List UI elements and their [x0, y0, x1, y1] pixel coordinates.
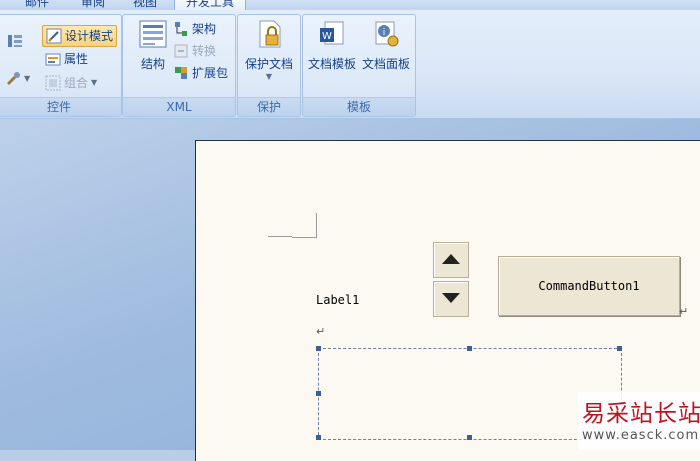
- resize-handle[interactable]: [467, 435, 472, 440]
- chevron-down-icon: ▼: [91, 78, 98, 87]
- structure-label: 结构: [140, 57, 165, 71]
- tools-icon: [5, 71, 21, 87]
- command-button-control[interactable]: CommandButton1: [498, 256, 680, 316]
- controls-group-label: 控件: [0, 97, 121, 116]
- watermark-site-name: 易采站长站: [582, 401, 700, 427]
- expansion-pack-icon: [173, 65, 189, 81]
- expansion-pack-button[interactable]: 扩展包: [173, 63, 228, 83]
- protect-document-button[interactable]: 保护文档 ▼: [241, 19, 297, 81]
- protect-document-label: 保护文档: [244, 57, 293, 71]
- watermark-url: www.easck.com: [582, 428, 700, 443]
- ribbon: ▼ 设计模式 属性 组合 ▼ 控件 结构 架构 转换 扩展包 XML 保护文档 …: [0, 10, 700, 119]
- group-icon: [45, 75, 61, 91]
- xml-group-label: XML: [123, 97, 235, 116]
- templates-group: W 文档模板 i 文档面板 模板: [302, 14, 416, 117]
- tab-developer[interactable]: 开发工具: [174, 0, 246, 10]
- schema-icon: [173, 21, 189, 37]
- spin-up-button[interactable]: [433, 242, 469, 278]
- lock-document-icon: [241, 19, 297, 52]
- design-mode-icon: [46, 28, 62, 44]
- paragraph-mark-icon: ↵: [316, 325, 326, 338]
- design-mode-label: 设计模式: [65, 29, 114, 43]
- word-template-icon: W: [304, 19, 360, 52]
- expansion-pack-label: 扩展包: [192, 66, 229, 80]
- resize-handle[interactable]: [316, 435, 321, 440]
- design-mode-button[interactable]: 设计模式: [42, 25, 118, 47]
- label-control[interactable]: Label1: [316, 293, 359, 307]
- svg-text:i: i: [383, 28, 386, 38]
- document-panel-button[interactable]: i 文档面板: [358, 19, 414, 72]
- document-panel-icon: i: [358, 19, 414, 52]
- schema-label: 架构: [192, 22, 217, 36]
- text-box-control[interactable]: [316, 346, 622, 440]
- watermark: 易采站长站 www.easck.com: [578, 392, 700, 450]
- legacy-tools-icon[interactable]: [7, 33, 23, 49]
- protect-group-label: 保护: [238, 97, 300, 116]
- properties-button[interactable]: 属性: [45, 49, 88, 69]
- resize-handle[interactable]: [467, 346, 472, 351]
- transform-icon: [173, 43, 189, 59]
- spin-down-button[interactable]: [433, 281, 469, 317]
- tab-mailings[interactable]: 邮件: [22, 0, 52, 10]
- properties-label: 属性: [64, 52, 89, 66]
- xml-group: 结构 架构 转换 扩展包 XML: [122, 14, 236, 117]
- templates-group-label: 模板: [303, 97, 415, 116]
- transform-label: 转换: [192, 44, 217, 58]
- svg-text:W: W: [322, 31, 332, 42]
- tab-view[interactable]: 视图: [128, 0, 162, 10]
- paragraph-mark-icon: ↵: [679, 305, 689, 318]
- document-panel-label: 文档面板: [361, 57, 410, 71]
- spin-button-control[interactable]: [433, 242, 469, 317]
- document-template-label: 文档模板: [307, 57, 356, 71]
- controls-group: ▼ 设计模式 属性 组合 ▼ 控件: [0, 14, 122, 117]
- tools-dropdown-button[interactable]: ▼: [5, 69, 30, 89]
- schema-button[interactable]: 架构: [173, 19, 216, 39]
- tab-review[interactable]: 审阅: [78, 0, 108, 10]
- document-template-button[interactable]: W 文档模板: [304, 19, 360, 72]
- triangle-up-icon: [442, 254, 460, 264]
- resize-handle[interactable]: [617, 346, 622, 351]
- page-margin-corner-mark: [268, 213, 317, 238]
- group-button[interactable]: 组合 ▼: [45, 73, 97, 93]
- resize-handle[interactable]: [316, 346, 321, 351]
- chevron-down-icon: ▼: [24, 74, 31, 83]
- ribbon-tab-strip: 邮件 审阅 视图 开发工具: [0, 0, 700, 10]
- group-label: 组合: [64, 76, 89, 90]
- protect-group: 保护文档 ▼ 保护: [237, 14, 301, 117]
- transform-button[interactable]: 转换: [173, 41, 216, 61]
- triangle-down-icon: [442, 293, 460, 303]
- resize-handle[interactable]: [316, 391, 321, 396]
- chevron-down-icon: ▼: [265, 72, 273, 81]
- properties-icon: [45, 51, 61, 67]
- command-button-label: CommandButton1: [538, 279, 640, 293]
